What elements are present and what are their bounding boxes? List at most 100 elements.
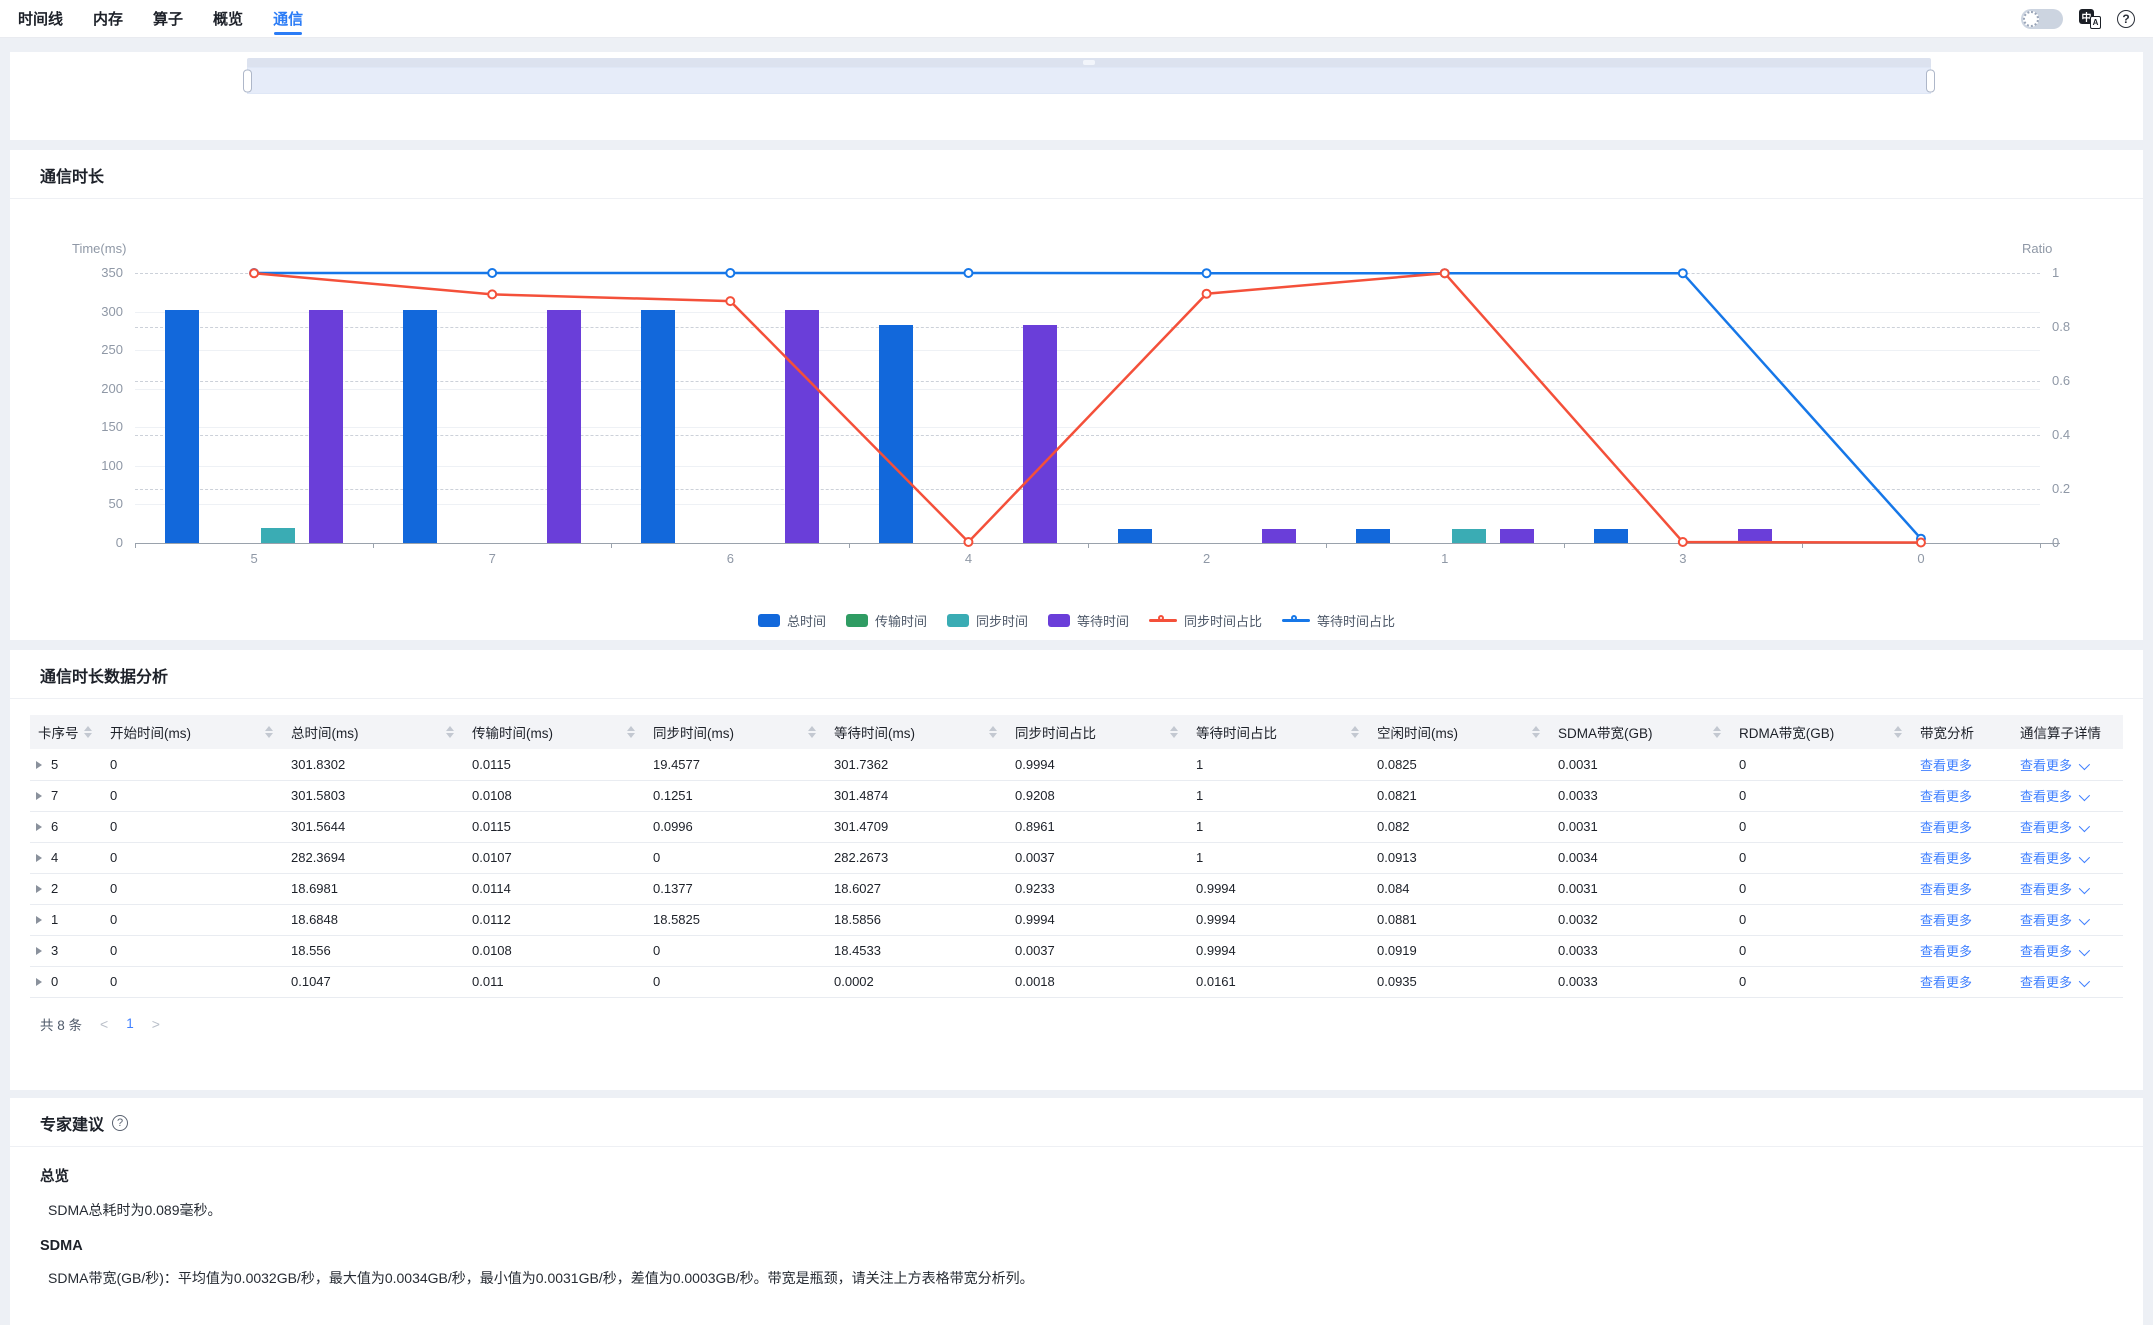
chevron-down-icon[interactable] — [2079, 945, 2090, 956]
chevron-down-icon[interactable] — [2079, 790, 2090, 801]
legend-item-同步时间[interactable]: 同步时间 — [947, 611, 1028, 630]
value-cell: 0 — [102, 811, 283, 842]
chevron-down-icon[interactable] — [2079, 976, 2090, 987]
expand-row-icon[interactable] — [36, 978, 42, 986]
card-number-cell: 7 — [30, 780, 102, 811]
help-icon[interactable]: ? — [2117, 10, 2135, 28]
theme-toggle[interactable] — [2021, 9, 2063, 29]
chevron-down-icon[interactable] — [2079, 914, 2090, 925]
value-cell: 0.0031 — [1550, 873, 1731, 904]
view-more-link[interactable]: 查看更多 — [1920, 944, 1972, 959]
sort-icon[interactable] — [1351, 726, 1359, 738]
slider-track[interactable] — [247, 58, 1931, 67]
view-more-link[interactable]: 查看更多 — [1920, 820, 1972, 835]
tab-timeline[interactable]: 时间线 — [18, 0, 63, 37]
bandwidth-analysis-cell: 查看更多 — [1912, 873, 2012, 904]
value-cell: 0 — [1731, 811, 1912, 842]
view-more-link[interactable]: 查看更多 — [1920, 975, 1972, 990]
view-more-link[interactable]: 查看更多 — [1920, 789, 1972, 804]
value-cell: 0.0037 — [1007, 842, 1188, 873]
tab-communication[interactable]: 通信 — [273, 0, 303, 37]
chevron-down-icon[interactable] — [2079, 883, 2090, 894]
operator-detail-link[interactable]: 查看更多 — [2020, 975, 2072, 990]
tab-list: 时间线内存算子概览通信 — [18, 0, 333, 37]
tab-operator[interactable]: 算子 — [153, 0, 183, 37]
expand-row-icon[interactable] — [36, 792, 42, 800]
value-cell: 0.0107 — [464, 842, 645, 873]
language-switch-icon[interactable]: 中 A — [2079, 9, 2101, 29]
sort-icon[interactable] — [446, 726, 454, 738]
chevron-down-icon[interactable] — [2079, 759, 2090, 770]
topbar-actions: 中 A ? — [2021, 0, 2135, 37]
card-number: 3 — [51, 943, 58, 958]
marker-同步时间占比 — [1679, 538, 1687, 546]
sort-icon[interactable] — [1713, 726, 1721, 738]
operator-detail-link[interactable]: 查看更多 — [2020, 758, 2072, 773]
legend-item-总时间[interactable]: 总时间 — [758, 611, 826, 630]
expand-row-icon[interactable] — [36, 947, 42, 955]
value-cell: 0.8961 — [1007, 811, 1188, 842]
operator-detail-link[interactable]: 查看更多 — [2020, 820, 2072, 835]
slider-handle-right[interactable] — [1926, 69, 1935, 92]
value-cell: 0 — [1731, 873, 1912, 904]
view-more-link[interactable]: 查看更多 — [1920, 882, 1972, 897]
chevron-down-icon[interactable] — [2079, 852, 2090, 863]
sort-icon[interactable] — [808, 726, 816, 738]
value-cell: 18.4533 — [826, 935, 1007, 966]
question-circle-icon[interactable]: ? — [112, 1115, 128, 1131]
operator-detail-link[interactable]: 查看更多 — [2020, 851, 2072, 866]
legend-item-等待时间占比[interactable]: 等待时间占比 — [1282, 611, 1395, 630]
value-cell: 301.4874 — [826, 780, 1007, 811]
value-cell: 19.4577 — [645, 749, 826, 780]
sort-icon[interactable] — [84, 726, 92, 738]
tab-memory[interactable]: 内存 — [93, 0, 123, 37]
expand-row-icon[interactable] — [36, 823, 42, 831]
slider-handle-left[interactable] — [243, 69, 252, 92]
operator-detail-link[interactable]: 查看更多 — [2020, 944, 2072, 959]
marker-等待时间占比 — [726, 269, 734, 277]
table-row: 40282.36940.01070282.26730.003710.09130.… — [30, 842, 2123, 873]
marker-等待时间占比 — [1679, 269, 1687, 277]
column-header-label: 等待时间占比 — [1196, 722, 1277, 742]
view-more-link[interactable]: 查看更多 — [1920, 758, 1972, 773]
expand-row-icon[interactable] — [36, 854, 42, 862]
sort-icon[interactable] — [1894, 726, 1902, 738]
operator-detail-link[interactable]: 查看更多 — [2020, 882, 2072, 897]
prev-page-button[interactable]: < — [100, 1016, 108, 1032]
tab-overview[interactable]: 概览 — [213, 0, 243, 37]
operator-detail-link[interactable]: 查看更多 — [2020, 789, 2072, 804]
value-cell: 0 — [1731, 842, 1912, 873]
expert-advice-section: 专家建议 ? 总览 SDMA总耗时为0.089毫秒。 SDMA SDMA带宽(G… — [10, 1098, 2143, 1325]
legend-swatch-icon — [1048, 614, 1070, 627]
legend-item-等待时间[interactable]: 等待时间 — [1048, 611, 1129, 630]
chart-range-slider[interactable] — [247, 58, 1931, 96]
value-cell: 0.1251 — [645, 780, 826, 811]
value-cell: 0.082 — [1369, 811, 1550, 842]
value-cell: 18.6981 — [283, 873, 464, 904]
sort-icon[interactable] — [265, 726, 273, 738]
line-同步时间占比 — [254, 273, 1921, 542]
legend-item-同步时间占比[interactable]: 同步时间占比 — [1149, 611, 1262, 630]
legend-item-传输时间[interactable]: 传输时间 — [846, 611, 927, 630]
sort-icon[interactable] — [1170, 726, 1178, 738]
sort-caret-down-icon — [84, 733, 92, 738]
operator-detail-link[interactable]: 查看更多 — [2020, 913, 2072, 928]
sort-icon[interactable] — [1532, 726, 1540, 738]
view-more-link[interactable]: 查看更多 — [1920, 851, 1972, 866]
expand-row-icon[interactable] — [36, 761, 42, 769]
page-number-button[interactable]: 1 — [126, 1016, 134, 1031]
sort-caret-up-icon — [1170, 726, 1178, 731]
next-page-button[interactable]: > — [152, 1016, 160, 1032]
slider-selected-window[interactable] — [247, 67, 1931, 94]
value-cell: 0.0033 — [1550, 966, 1731, 997]
sort-icon[interactable] — [627, 726, 635, 738]
table-row: 60301.56440.01150.0996301.47090.896110.0… — [30, 811, 2123, 842]
expand-row-icon[interactable] — [36, 885, 42, 893]
view-more-link[interactable]: 查看更多 — [1920, 913, 1972, 928]
sdma-heading: SDMA — [40, 1238, 2143, 1254]
value-cell: 0.0919 — [1369, 935, 1550, 966]
sort-icon[interactable] — [989, 726, 997, 738]
table-row: 1018.68480.011218.582518.58560.99940.999… — [30, 904, 2123, 935]
expand-row-icon[interactable] — [36, 916, 42, 924]
chevron-down-icon[interactable] — [2079, 821, 2090, 832]
